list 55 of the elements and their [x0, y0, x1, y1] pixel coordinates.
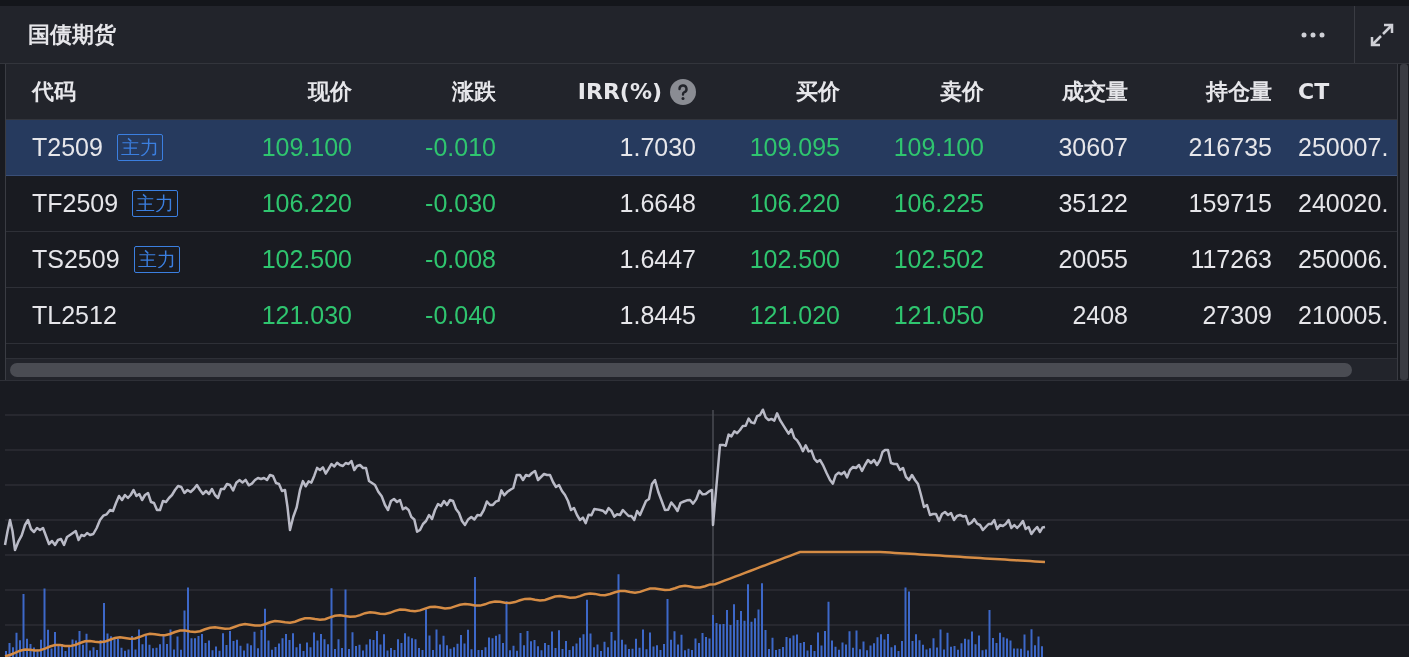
- table-cell: 117263: [1190, 244, 1272, 273]
- table-cell: 102.500: [261, 244, 352, 273]
- column-header[interactable]: 卖价: [940, 75, 984, 108]
- table-cell: 121.020: [749, 300, 840, 329]
- table-cell: 121.030: [261, 300, 352, 329]
- table-cell: 20055: [1058, 244, 1128, 273]
- table-cell: 250006.: [1298, 244, 1389, 273]
- table-cell: 121.050: [893, 300, 984, 329]
- table-cell: 109.100: [261, 132, 352, 161]
- scrollbar-thumb[interactable]: [10, 362, 1352, 377]
- table-cell: 1.8445: [619, 300, 696, 329]
- table-cell-text: TL2512: [32, 299, 117, 331]
- table-cell: 102.500: [749, 244, 840, 273]
- table-cell: 1.6447: [619, 244, 696, 273]
- table-cell: 1.6648: [619, 188, 696, 217]
- table-cell: 240020.: [1298, 188, 1389, 217]
- table-cell: 109.095: [749, 132, 840, 161]
- column-header[interactable]: 现价: [308, 75, 352, 108]
- table-cell: 27309: [1202, 300, 1272, 329]
- column-header[interactable]: 成交量: [1062, 75, 1128, 108]
- column-header[interactable]: 代码: [32, 75, 76, 108]
- table-cell: -0.040: [425, 300, 496, 329]
- table-cell: 250007.: [1298, 132, 1389, 161]
- table-cell: 106.220: [749, 188, 840, 217]
- table-cell: 1.7030: [619, 132, 696, 161]
- column-header[interactable]: CT: [1298, 75, 1330, 108]
- table-cell: 109.100: [893, 132, 984, 161]
- table-cell: 102.502: [893, 244, 984, 273]
- column-header[interactable]: 涨跌: [452, 75, 496, 108]
- main-contract-tag: 主力: [116, 134, 163, 161]
- table-cell-text: T2509: [32, 131, 103, 163]
- table-cell-text: TF2509: [32, 187, 119, 219]
- table-cell: -0.008: [425, 244, 496, 273]
- table-cell: -0.010: [425, 132, 496, 161]
- main-contract-tag: 主力: [133, 246, 180, 273]
- column-header[interactable]: 持仓量: [1206, 75, 1272, 108]
- vertical-scrollbar[interactable]: [1400, 64, 1408, 380]
- table-cell: 2408: [1072, 300, 1128, 329]
- table-cell: 106.220: [261, 188, 352, 217]
- panel-title: 国债期货: [28, 21, 116, 49]
- more-icon[interactable]: [1300, 30, 1326, 39]
- table-cell: 30607: [1058, 132, 1128, 161]
- table-cell: 106.225: [893, 188, 984, 217]
- help-icon[interactable]: [670, 78, 696, 105]
- column-header[interactable]: IRR(%): [577, 75, 662, 108]
- table-cell: -0.030: [425, 188, 496, 217]
- table-row[interactable]: T2509 主力 109.100 -0.010 1.7030 109.095 109.100 30607 216735 250007.: [6, 120, 1397, 176]
- main-contract-tag: 主力: [132, 190, 179, 217]
- table-cell: 159715: [1188, 188, 1272, 217]
- table-cell: 216735: [1188, 132, 1272, 161]
- column-header[interactable]: 买价: [796, 75, 840, 108]
- expand-icon[interactable]: [1369, 21, 1395, 48]
- table-cell-text: TS2509: [32, 243, 120, 275]
- table-cell: 35122: [1058, 188, 1128, 217]
- table-cell: 210005.: [1298, 300, 1389, 329]
